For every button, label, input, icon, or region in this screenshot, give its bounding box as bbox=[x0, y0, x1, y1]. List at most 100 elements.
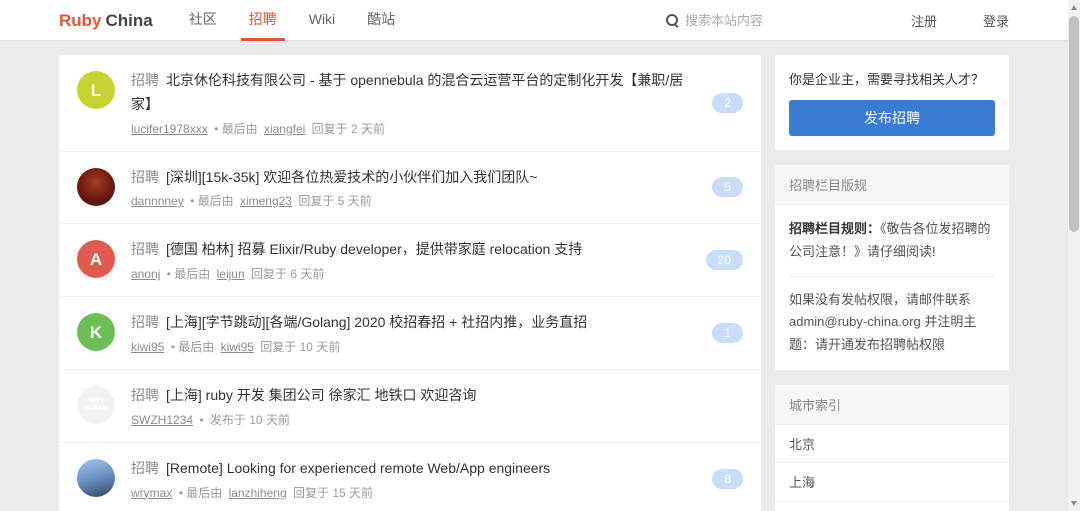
post-job-button[interactable]: 发布招聘 bbox=[789, 100, 995, 136]
topic-meta: wrymax • 最后由 lanzhiheng 回复于 15 天前 bbox=[131, 484, 698, 501]
rules-lead-bold: 招聘栏目规则： bbox=[789, 221, 881, 236]
topic-title[interactable]: 招聘 [上海][字节跳动][各端/Golang] 2020 校招春招 + 社招内推… bbox=[131, 311, 698, 335]
city-index-header: 城市索引 bbox=[775, 384, 1009, 425]
topic-meta: kiwi95 • 最后由 kiwi95 回复于 10 天前 bbox=[131, 338, 698, 355]
author-link[interactable]: lucifer1978xxx bbox=[131, 122, 208, 136]
meta-separator: • bbox=[199, 412, 204, 427]
meta-time: 发布于 10 天前 bbox=[209, 412, 290, 427]
meta-separator: • 最后由 bbox=[190, 194, 234, 209]
topic-row: K 招聘 [上海][字节跳动][各端/Golang] 2020 校招春招 + 社招… bbox=[59, 297, 761, 370]
topic-row: A 招聘 [德国 柏林] 招募 Elixir/Ruby developer，提供带… bbox=[59, 224, 761, 298]
scrollbar-down-arrow-icon[interactable] bbox=[1071, 501, 1077, 506]
author-link[interactable]: kiwi95 bbox=[131, 340, 164, 354]
author-link[interactable]: SWZH1234 bbox=[131, 413, 193, 427]
nav-right: 注册 登录 bbox=[665, 0, 1009, 41]
sidebar: 你是企业主，需要寻找相关人才？ 发布招聘 招聘栏目版规 招聘栏目规则：《敬告各位… bbox=[775, 55, 1009, 511]
reply-count-badge: 20 bbox=[705, 250, 743, 271]
meta-separator: • 最后由 bbox=[166, 267, 211, 282]
top-navbar: RubyChina 社区 招聘 Wiki 酷站 注册 登录 bbox=[0, 0, 1068, 41]
avatar[interactable]: K bbox=[77, 313, 115, 352]
topic-node-label[interactable]: 招聘 bbox=[131, 387, 159, 403]
author-link[interactable]: anonj bbox=[131, 267, 160, 281]
topic-title-text[interactable]: [上海] ruby 开发 集团公司 徐家汇 地铁口 欢迎咨询 bbox=[166, 387, 476, 403]
topic-row: L 招聘 北京休伦科技有限公司 - 基于 opennebula 的混合云运营平台的… bbox=[59, 55, 761, 152]
reply-count-badge: 5 bbox=[712, 177, 743, 198]
avatar[interactable]: WiFi ischool bbox=[77, 385, 115, 424]
topic-title-text[interactable]: [上海][字节跳动][各端/Golang] 2020 校招春招 + 社招内推，业… bbox=[166, 314, 587, 330]
topic-row: 招聘 [Remote] Looking for experienced remot… bbox=[59, 443, 761, 511]
meta-separator: • 最后由 bbox=[178, 485, 223, 500]
topic-title[interactable]: 招聘 [Remote] Looking for experienced remot… bbox=[131, 457, 698, 481]
avatar-letter: A bbox=[89, 249, 103, 269]
reply-count-badge: 8 bbox=[712, 468, 743, 489]
topic-row: WiFi ischool 招聘 [上海] ruby 开发 集团公司 徐家汇 地铁口… bbox=[59, 370, 761, 443]
author-link[interactable]: wrymax bbox=[131, 486, 172, 500]
topic-node-label[interactable]: 招聘 bbox=[131, 241, 159, 257]
avatar-letter: L bbox=[90, 80, 102, 100]
topic-list: L 招聘 北京休伦科技有限公司 - 基于 opennebula 的混合云运营平台的… bbox=[59, 55, 761, 511]
search-box[interactable] bbox=[665, 13, 805, 28]
viewport: RubyChina 社区 招聘 Wiki 酷站 注册 登录 bbox=[0, 0, 1068, 511]
search-icon bbox=[665, 14, 679, 27]
nav-item-sites[interactable]: 酷站 bbox=[359, 0, 403, 41]
replier-link[interactable]: lanzhiheng bbox=[229, 486, 287, 500]
topic-title-text[interactable]: [深圳][15k-35k] 欢迎各位热爱技术的小伙伴们加入我们团队~ bbox=[166, 169, 537, 185]
scrollbar-thumb[interactable] bbox=[1069, 16, 1079, 232]
search-input[interactable] bbox=[684, 13, 805, 28]
city-index-panel: 城市索引 北京 上海 深圳 杭州 bbox=[775, 384, 1009, 511]
reply-count-badge: 2 bbox=[712, 92, 743, 113]
topic-title[interactable]: 招聘 [上海] ruby 开发 集团公司 徐家汇 地铁口 欢迎咨询 bbox=[131, 384, 729, 408]
avatar[interactable] bbox=[77, 167, 115, 206]
register-link[interactable]: 注册 bbox=[911, 11, 937, 30]
logo-china: China bbox=[105, 11, 153, 30]
rules-panel-header: 招聘栏目版规 bbox=[775, 165, 1009, 205]
topic-title-text[interactable]: [德国 柏林] 招募 Elixir/Ruby developer，提供带家庭 r… bbox=[166, 241, 582, 257]
rules-panel: 招聘栏目版规 招聘栏目规则：《敬告各位发招聘的公司注意！》请仔细阅读! 如果没有… bbox=[775, 165, 1009, 370]
replier-link[interactable]: kiwi95 bbox=[221, 340, 254, 354]
topic-meta: anonj • 最后由 leijun 回复于 6 天前 bbox=[131, 265, 692, 282]
rules-panel-body: 招聘栏目规则：《敬告各位发招聘的公司注意！》请仔细阅读! 如果没有发帖权限，请邮… bbox=[775, 205, 1009, 370]
replier-link[interactable]: ximeng23 bbox=[240, 194, 292, 208]
rules-divider bbox=[789, 275, 995, 277]
topic-meta: lucifer1978xxx • 最后由 xiangfei 回复于 2 天前 bbox=[131, 120, 698, 137]
reply-count-badge: 1 bbox=[712, 323, 743, 344]
site-logo[interactable]: Ruby China bbox=[59, 0, 153, 41]
meta-time: 回复于 15 天前 bbox=[292, 485, 374, 500]
topic-node-label[interactable]: 招聘 bbox=[131, 72, 159, 88]
avatar-letter: K bbox=[89, 322, 103, 342]
topic-meta: SWZH1234 • 发布于 10 天前 bbox=[131, 411, 729, 428]
logo-ruby: Ruby bbox=[59, 11, 102, 30]
replier-link[interactable]: leijun bbox=[217, 267, 245, 281]
replier-link[interactable]: xiangfei bbox=[264, 122, 305, 136]
rules-note: 如果没有发帖权限，请邮件联系 admin@ruby-china.org 并注明主… bbox=[789, 291, 977, 353]
meta-time: 回复于 5 天前 bbox=[298, 194, 372, 209]
topic-node-label[interactable]: 招聘 bbox=[131, 460, 159, 476]
topic-node-label[interactable]: 招聘 bbox=[131, 314, 159, 330]
scrollbar[interactable] bbox=[1068, 0, 1080, 511]
rules-lead: 招聘栏目规则：《敬告各位发招聘的公司注意！》请仔细阅读! bbox=[789, 218, 995, 264]
city-item-beijing[interactable]: 北京 bbox=[775, 425, 1009, 463]
topic-title[interactable]: 招聘 [德国 柏林] 招募 Elixir/Ruby developer，提供带家庭… bbox=[131, 238, 692, 262]
topic-row: 招聘 [深圳][15k-35k] 欢迎各位热爱技术的小伙伴们加入我们团队~ dan… bbox=[59, 152, 761, 225]
topic-title[interactable]: 招聘 北京休伦科技有限公司 - 基于 opennebula 的混合云运营平台的定制… bbox=[131, 69, 698, 117]
main-nav: 社区 招聘 Wiki 酷站 bbox=[181, 0, 419, 41]
topic-title-text[interactable]: [Remote] Looking for experienced remote … bbox=[166, 460, 550, 476]
nav-item-jobs[interactable]: 招聘 bbox=[240, 0, 285, 41]
city-item-shanghai[interactable]: 上海 bbox=[775, 463, 1009, 501]
topic-title-text[interactable]: 北京休伦科技有限公司 - 基于 opennebula 的混合云运营平台的定制化开… bbox=[131, 72, 683, 112]
meta-time: 回复于 6 天前 bbox=[250, 267, 325, 282]
topic-title[interactable]: 招聘 [深圳][15k-35k] 欢迎各位热爱技术的小伙伴们加入我们团队~ bbox=[131, 166, 698, 190]
meta-time: 回复于 2 天前 bbox=[311, 121, 386, 136]
topic-node-label[interactable]: 招聘 bbox=[131, 169, 159, 185]
scrollbar-up-arrow-icon[interactable] bbox=[1071, 5, 1077, 10]
nav-item-community[interactable]: 社区 bbox=[181, 0, 225, 41]
avatar[interactable]: L bbox=[77, 71, 115, 109]
author-link[interactable]: dannnney bbox=[131, 194, 184, 208]
nav-item-wiki[interactable]: Wiki bbox=[301, 0, 343, 41]
city-item-shenzhen[interactable]: 深圳 bbox=[775, 501, 1009, 511]
avatar[interactable]: A bbox=[77, 240, 115, 279]
topic-meta: dannnney • 最后由 ximeng23 回复于 5 天前 bbox=[131, 192, 698, 209]
avatar[interactable] bbox=[77, 458, 115, 497]
login-link[interactable]: 登录 bbox=[983, 11, 1009, 30]
avatar-logo-text: WiFi ischool bbox=[83, 396, 109, 412]
